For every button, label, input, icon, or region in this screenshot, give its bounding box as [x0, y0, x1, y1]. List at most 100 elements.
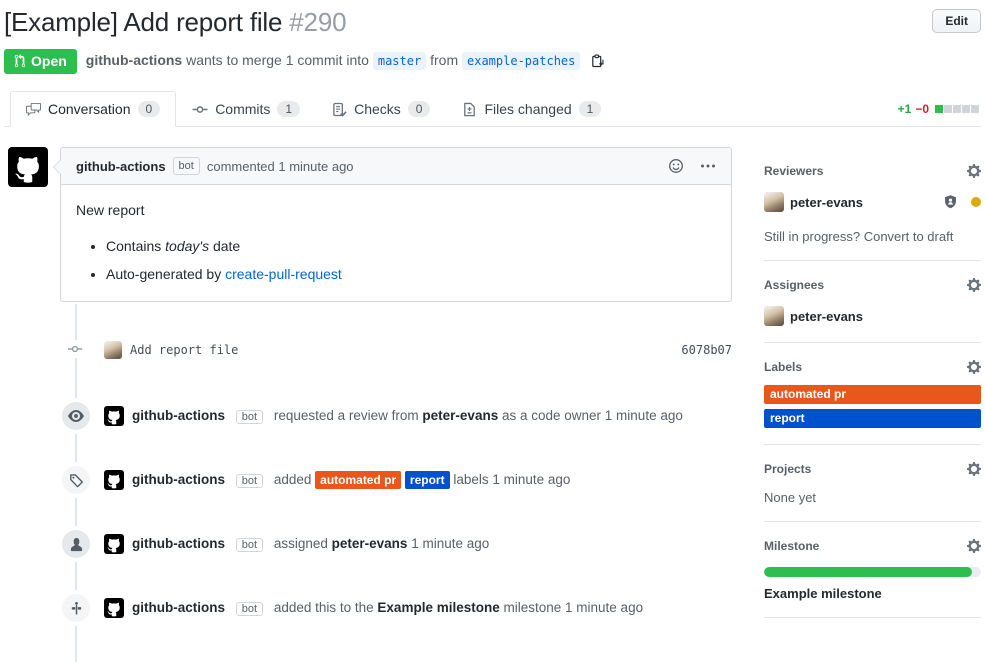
deletions-count: −0	[915, 102, 929, 116]
git-commit-icon	[65, 340, 85, 358]
avatar[interactable]	[104, 470, 124, 490]
section-heading: Reviewers	[764, 163, 981, 179]
commit-message[interactable]: Add report file	[130, 343, 238, 357]
event-actor[interactable]: github-actions	[132, 600, 225, 615]
diff-block	[935, 105, 943, 113]
discussion-timeline: github-actions bot commented 1 minute ag…	[4, 147, 732, 658]
base-branch-label: master	[373, 52, 426, 70]
event-actor[interactable]: github-actions	[132, 472, 225, 487]
bot-badge: bot	[236, 602, 263, 616]
avatar[interactable]	[104, 598, 124, 618]
from-word: from	[430, 52, 458, 68]
reviewers-section: Reviewers peter-evans Still in progress?…	[764, 147, 981, 261]
milestone-added-event: github-actions bot added this to the Exa…	[4, 594, 732, 622]
emphasized-text: today's	[165, 238, 209, 254]
gear-icon[interactable]	[967, 538, 981, 554]
avatar[interactable]	[104, 406, 124, 426]
event-actor[interactable]: github-actions	[132, 408, 225, 423]
emoji-reaction-icon[interactable]	[668, 158, 684, 174]
pull-request-page: [Example] Add report file #290 Edit Open…	[0, 5, 985, 658]
additions-count: +1	[898, 102, 912, 116]
tab-counter: 0	[138, 101, 161, 117]
pending-review-dot	[971, 197, 981, 207]
merge-summary: github-actions wants to merge 1 commit i…	[86, 52, 605, 71]
checklist-icon	[332, 102, 347, 117]
gear-icon[interactable]	[967, 461, 981, 477]
create-pull-request-link[interactable]: create-pull-request	[225, 266, 342, 282]
comment-timestamp[interactable]: commented 1 minute ago	[207, 159, 354, 174]
tab-checks[interactable]: Checks 0	[316, 91, 446, 127]
labels-section: Labels automated pr report	[764, 343, 981, 445]
event-text: github-actions bot requested a review fr…	[132, 405, 683, 427]
assignee-name[interactable]: peter-evans	[790, 309, 863, 324]
milestone-name-link[interactable]: Example milestone	[764, 586, 981, 601]
gear-icon[interactable]	[967, 163, 981, 179]
comment-intro: New report	[76, 200, 716, 221]
comment-box: github-actions bot commented 1 minute ag…	[60, 147, 732, 302]
label-chip[interactable]: report	[405, 471, 450, 489]
tab-label: Conversation	[48, 101, 131, 117]
tab-commits[interactable]: Commits 1	[176, 91, 316, 127]
copy-branch-icon[interactable]	[590, 53, 605, 71]
assignee-link[interactable]: peter-evans	[332, 536, 408, 551]
diff-block	[953, 105, 961, 113]
avatar[interactable]	[764, 192, 784, 212]
tab-conversation[interactable]: Conversation 0	[10, 91, 176, 127]
reviewer-name[interactable]: peter-evans	[790, 195, 863, 210]
commit-sha[interactable]: 6078b07	[681, 343, 732, 357]
review-requested-event: github-actions bot requested a review fr…	[4, 402, 732, 430]
gear-icon[interactable]	[967, 359, 981, 375]
milestone-link[interactable]: Example milestone	[377, 600, 499, 615]
diff-block	[971, 105, 979, 113]
projects-empty-text: None yet	[764, 490, 981, 505]
event-text: github-actions bot added automated pr re…	[132, 469, 570, 491]
reviewer-row: peter-evans	[764, 192, 981, 212]
milestone-progress-fill	[764, 567, 972, 577]
list-item: Contains today's date	[106, 236, 716, 257]
list-item: Auto-generated by create-pull-request	[106, 264, 716, 285]
tab-counter: 0	[408, 101, 431, 117]
reviewer-link[interactable]: peter-evans	[422, 408, 498, 423]
pr-title-text: [Example] Add report file	[4, 7, 282, 37]
gear-icon[interactable]	[967, 277, 981, 293]
convert-to-draft-link[interactable]: Still in progress? Convert to draft	[764, 229, 981, 244]
label-report[interactable]: report	[764, 409, 981, 428]
bot-badge: bot	[236, 474, 263, 488]
tab-files-changed[interactable]: Files changed 1	[446, 91, 617, 127]
tab-label: Commits	[215, 101, 270, 117]
comment-author[interactable]: github-actions	[76, 159, 166, 174]
assigned-event: github-actions bot assigned peter-evans …	[4, 530, 732, 558]
avatar[interactable]	[104, 534, 124, 554]
event-actor[interactable]: github-actions	[132, 536, 225, 551]
projects-section: Projects None yet	[764, 445, 981, 522]
kebab-menu-icon[interactable]	[700, 158, 716, 174]
bot-badge: bot	[236, 538, 263, 552]
label-chip[interactable]: automated pr	[315, 471, 401, 489]
labels-added-event: github-actions bot added automated pr re…	[4, 466, 732, 494]
commit-row: Add report file 6078b07	[4, 340, 732, 360]
timeline-events: Add report file 6078b07 github-actions b…	[4, 340, 732, 622]
avatar[interactable]	[8, 147, 48, 187]
labels-list: automated pr report	[764, 385, 981, 428]
comment-bullet-list: Contains today's date Auto-generated by …	[76, 236, 716, 285]
file-diff-icon	[462, 102, 477, 117]
pr-description-comment: github-actions bot commented 1 minute ag…	[4, 147, 732, 302]
pr-sidebar: Reviewers peter-evans Still in progress?…	[764, 147, 981, 658]
head-branch-label: example-patches	[462, 52, 580, 70]
bot-badge: bot	[173, 157, 200, 175]
section-heading: Milestone	[764, 538, 981, 554]
milestone-progress-bar	[764, 567, 981, 577]
merge-summary-text: wants to merge 1 commit into	[186, 52, 369, 68]
label-automated-pr[interactable]: automated pr	[764, 385, 981, 404]
bot-badge: bot	[236, 410, 263, 424]
avatar[interactable]	[764, 306, 784, 326]
avatar[interactable]	[104, 341, 122, 359]
diffstat: +1 −0	[898, 102, 981, 116]
github-octocat-icon	[11, 150, 45, 184]
edit-button[interactable]: Edit	[932, 9, 981, 33]
comment-discussion-icon	[26, 102, 41, 117]
state-label: Open	[31, 53, 67, 69]
tag-icon	[62, 466, 90, 494]
review-state	[943, 194, 981, 210]
pr-author[interactable]: github-actions	[86, 52, 182, 68]
